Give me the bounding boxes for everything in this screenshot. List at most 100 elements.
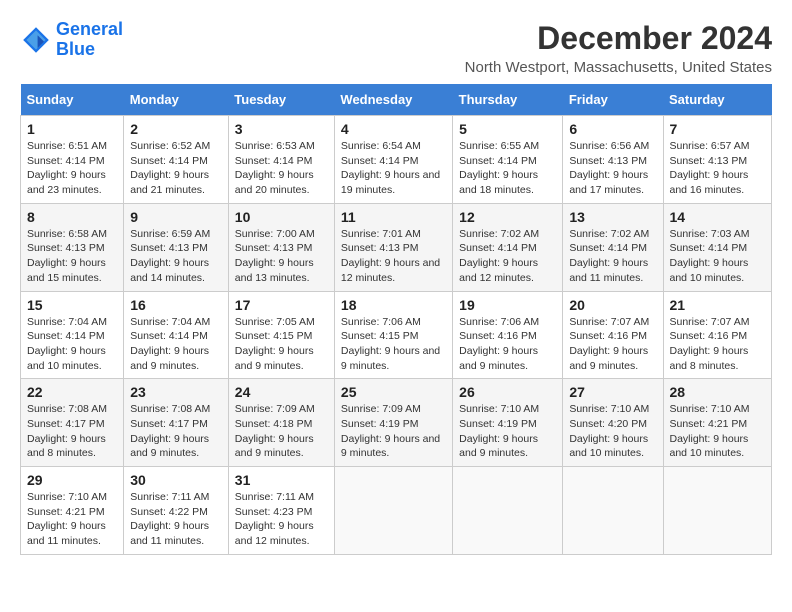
day-number: 31	[235, 472, 328, 488]
day-number: 23	[130, 384, 222, 400]
calendar-cell: 21 Sunrise: 7:07 AMSunset: 4:16 PMDayligh…	[663, 291, 772, 379]
day-number: 21	[670, 297, 766, 313]
calendar-cell: 14 Sunrise: 7:03 AMSunset: 4:14 PMDayligh…	[663, 203, 772, 291]
calendar-cell: 16Sunrise: 7:04 AMSunset: 4:14 PMDayligh…	[124, 291, 229, 379]
day-info: Sunrise: 7:10 AMSunset: 4:21 PMDaylight:…	[27, 490, 117, 549]
calendar-cell: 9 Sunrise: 6:59 AMSunset: 4:13 PMDaylight…	[124, 203, 229, 291]
calendar-cell: 25 Sunrise: 7:09 AMSunset: 4:19 PMDayligh…	[334, 379, 452, 467]
day-info: Sunrise: 7:09 AMSunset: 4:18 PMDaylight:…	[235, 402, 328, 461]
calendar-cell: 4 Sunrise: 6:54 AMSunset: 4:14 PMDaylight…	[334, 116, 452, 204]
day-number: 20	[569, 297, 656, 313]
day-number: 6	[569, 121, 656, 137]
calendar-cell: 27Sunrise: 7:10 AMSunset: 4:20 PMDayligh…	[563, 379, 663, 467]
day-number: 19	[459, 297, 556, 313]
day-info: Sunrise: 7:06 AMSunset: 4:15 PMDaylight:…	[341, 315, 446, 374]
calendar-cell: 23 Sunrise: 7:08 AMSunset: 4:17 PMDayligh…	[124, 379, 229, 467]
calendar-cell: 11 Sunrise: 7:01 AMSunset: 4:13 PMDayligh…	[334, 203, 452, 291]
day-header-saturday: Saturday	[663, 84, 772, 116]
day-info: Sunrise: 6:52 AMSunset: 4:14 PMDaylight:…	[130, 139, 222, 198]
day-header-friday: Friday	[563, 84, 663, 116]
logo: General Blue	[20, 20, 123, 60]
calendar-week-4: 22 Sunrise: 7:08 AMSunset: 4:17 PMDayligh…	[21, 379, 772, 467]
day-info: Sunrise: 7:06 AMSunset: 4:16 PMDaylight:…	[459, 315, 556, 374]
main-title: December 2024	[465, 20, 772, 57]
calendar-cell: 12 Sunrise: 7:02 AMSunset: 4:14 PMDayligh…	[453, 203, 563, 291]
day-number: 1	[27, 121, 117, 137]
day-info: Sunrise: 6:53 AMSunset: 4:14 PMDaylight:…	[235, 139, 328, 198]
day-number: 14	[670, 209, 766, 225]
calendar-cell: 2 Sunrise: 6:52 AMSunset: 4:14 PMDaylight…	[124, 116, 229, 204]
calendar-cell: 10 Sunrise: 7:00 AMSunset: 4:13 PMDayligh…	[228, 203, 334, 291]
day-info: Sunrise: 6:58 AMSunset: 4:13 PMDaylight:…	[27, 227, 117, 286]
day-info: Sunrise: 6:56 AMSunset: 4:13 PMDaylight:…	[569, 139, 656, 198]
calendar-cell: 1 Sunrise: 6:51 AMSunset: 4:14 PMDaylight…	[21, 116, 124, 204]
day-number: 18	[341, 297, 446, 313]
calendar-cell: 3Sunrise: 6:53 AMSunset: 4:14 PMDaylight…	[228, 116, 334, 204]
calendar-cell: 15Sunrise: 7:04 AMSunset: 4:14 PMDayligh…	[21, 291, 124, 379]
day-number: 26	[459, 384, 556, 400]
day-number: 10	[235, 209, 328, 225]
day-info: Sunrise: 7:10 AMSunset: 4:21 PMDaylight:…	[670, 402, 766, 461]
day-number: 9	[130, 209, 222, 225]
day-header-monday: Monday	[124, 84, 229, 116]
day-info: Sunrise: 6:54 AMSunset: 4:14 PMDaylight:…	[341, 139, 446, 198]
day-header-thursday: Thursday	[453, 84, 563, 116]
day-number: 25	[341, 384, 446, 400]
day-info: Sunrise: 6:55 AMSunset: 4:14 PMDaylight:…	[459, 139, 556, 198]
calendar-cell: 20Sunrise: 7:07 AMSunset: 4:16 PMDayligh…	[563, 291, 663, 379]
day-info: Sunrise: 6:59 AMSunset: 4:13 PMDaylight:…	[130, 227, 222, 286]
day-info: Sunrise: 7:11 AMSunset: 4:22 PMDaylight:…	[130, 490, 222, 549]
calendar-week-3: 15Sunrise: 7:04 AMSunset: 4:14 PMDayligh…	[21, 291, 772, 379]
day-number: 12	[459, 209, 556, 225]
logo-icon	[20, 24, 52, 56]
calendar-cell: 13Sunrise: 7:02 AMSunset: 4:14 PMDayligh…	[563, 203, 663, 291]
day-number: 22	[27, 384, 117, 400]
day-number: 2	[130, 121, 222, 137]
day-header-tuesday: Tuesday	[228, 84, 334, 116]
day-info: Sunrise: 7:07 AMSunset: 4:16 PMDaylight:…	[670, 315, 766, 374]
calendar-cell: 30 Sunrise: 7:11 AMSunset: 4:22 PMDayligh…	[124, 467, 229, 555]
subtitle: North Westport, Massachusetts, United St…	[465, 59, 772, 76]
calendar-cell: 6 Sunrise: 6:56 AMSunset: 4:13 PMDaylight…	[563, 116, 663, 204]
day-info: Sunrise: 6:57 AMSunset: 4:13 PMDaylight:…	[670, 139, 766, 198]
calendar-cell	[563, 467, 663, 555]
day-info: Sunrise: 7:11 AMSunset: 4:23 PMDaylight:…	[235, 490, 328, 549]
day-info: Sunrise: 7:04 AMSunset: 4:14 PMDaylight:…	[27, 315, 117, 374]
day-number: 30	[130, 472, 222, 488]
calendar-cell: 31 Sunrise: 7:11 AMSunset: 4:23 PMDayligh…	[228, 467, 334, 555]
day-number: 24	[235, 384, 328, 400]
calendar-cell: 7 Sunrise: 6:57 AMSunset: 4:13 PMDaylight…	[663, 116, 772, 204]
day-number: 28	[670, 384, 766, 400]
logo-line2: Blue	[56, 39, 95, 59]
logo-line1: General	[56, 19, 123, 39]
day-info: Sunrise: 7:01 AMSunset: 4:13 PMDaylight:…	[341, 227, 446, 286]
calendar-cell: 19 Sunrise: 7:06 AMSunset: 4:16 PMDayligh…	[453, 291, 563, 379]
calendar-week-1: 1 Sunrise: 6:51 AMSunset: 4:14 PMDaylight…	[21, 116, 772, 204]
day-number: 11	[341, 209, 446, 225]
day-number: 4	[341, 121, 446, 137]
day-info: Sunrise: 7:00 AMSunset: 4:13 PMDaylight:…	[235, 227, 328, 286]
day-info: Sunrise: 7:02 AMSunset: 4:14 PMDaylight:…	[459, 227, 556, 286]
day-header-wednesday: Wednesday	[334, 84, 452, 116]
day-info: Sunrise: 7:02 AMSunset: 4:14 PMDaylight:…	[569, 227, 656, 286]
day-info: Sunrise: 7:03 AMSunset: 4:14 PMDaylight:…	[670, 227, 766, 286]
day-info: Sunrise: 7:08 AMSunset: 4:17 PMDaylight:…	[130, 402, 222, 461]
calendar-cell: 26 Sunrise: 7:10 AMSunset: 4:19 PMDayligh…	[453, 379, 563, 467]
day-info: Sunrise: 7:10 AMSunset: 4:19 PMDaylight:…	[459, 402, 556, 461]
day-info: Sunrise: 6:51 AMSunset: 4:14 PMDaylight:…	[27, 139, 117, 198]
calendar-cell: 8Sunrise: 6:58 AMSunset: 4:13 PMDaylight…	[21, 203, 124, 291]
day-info: Sunrise: 7:05 AMSunset: 4:15 PMDaylight:…	[235, 315, 328, 374]
calendar-cell	[334, 467, 452, 555]
calendar-cell: 22Sunrise: 7:08 AMSunset: 4:17 PMDayligh…	[21, 379, 124, 467]
calendar-week-2: 8Sunrise: 6:58 AMSunset: 4:13 PMDaylight…	[21, 203, 772, 291]
day-number: 16	[130, 297, 222, 313]
calendar-cell: 18 Sunrise: 7:06 AMSunset: 4:15 PMDayligh…	[334, 291, 452, 379]
calendar-week-5: 29 Sunrise: 7:10 AMSunset: 4:21 PMDayligh…	[21, 467, 772, 555]
calendar-table: SundayMondayTuesdayWednesdayThursdayFrid…	[20, 84, 772, 555]
day-info: Sunrise: 7:09 AMSunset: 4:19 PMDaylight:…	[341, 402, 446, 461]
calendar-cell: 5Sunrise: 6:55 AMSunset: 4:14 PMDaylight…	[453, 116, 563, 204]
day-number: 7	[670, 121, 766, 137]
day-number: 29	[27, 472, 117, 488]
calendar-header-row: SundayMondayTuesdayWednesdayThursdayFrid…	[21, 84, 772, 116]
day-number: 27	[569, 384, 656, 400]
